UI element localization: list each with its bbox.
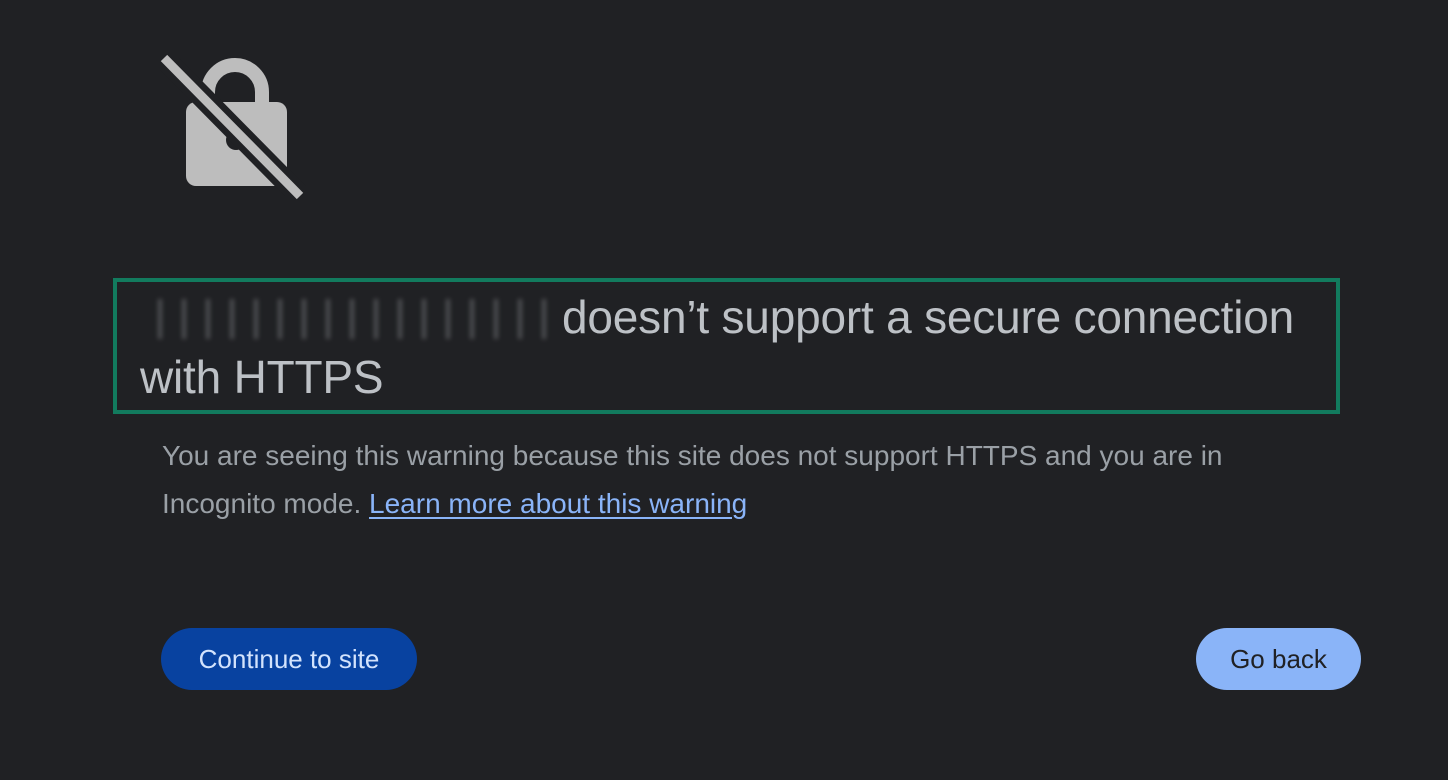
go-back-button[interactable]: Go back <box>1196 628 1361 690</box>
page-title: doesn’t support a secure connection with… <box>140 287 1330 407</box>
https-warning-page: doesn’t support a secure connection with… <box>0 0 1448 780</box>
redacted-hostname <box>148 299 552 339</box>
warning-explanation: You are seeing this warning because this… <box>162 432 1342 528</box>
learn-more-link[interactable]: Learn more about this warning <box>369 488 747 519</box>
continue-to-site-button[interactable]: Continue to site <box>161 628 417 690</box>
lock-slash-icon <box>160 52 306 200</box>
